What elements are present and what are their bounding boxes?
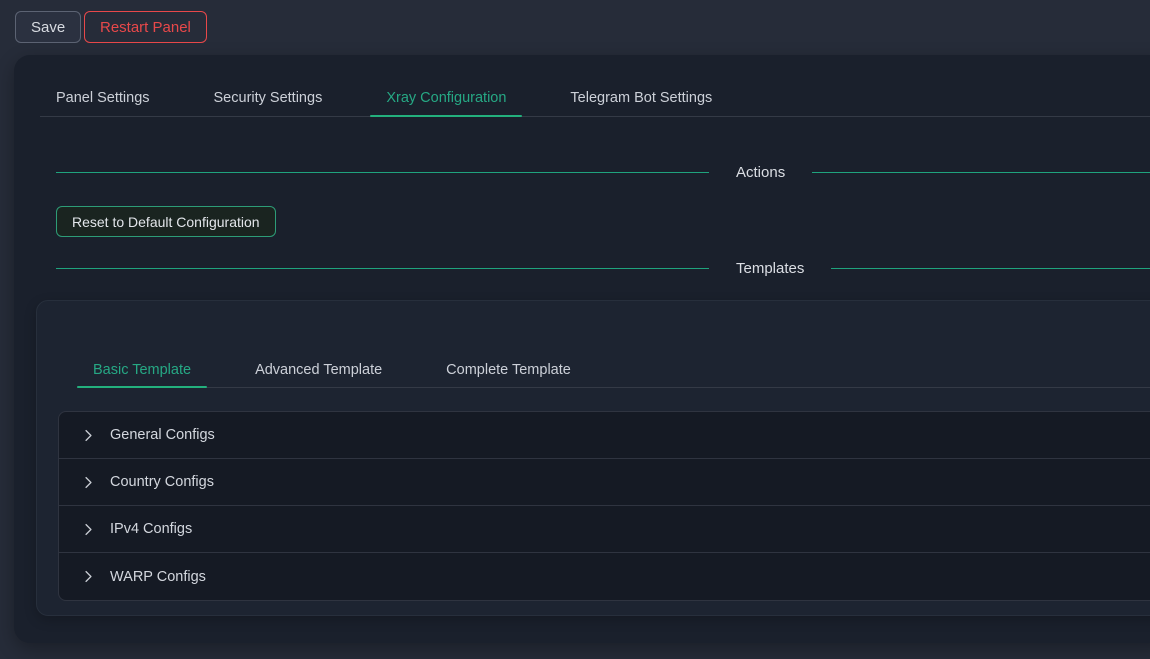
- collapse-panel-warp-configs[interactable]: WARP Configs: [59, 553, 1150, 600]
- divider-line: [56, 172, 709, 173]
- collapse-panel-label: General Configs: [110, 427, 215, 443]
- chevron-right-icon: [82, 570, 95, 583]
- chevron-right-icon: [82, 476, 95, 489]
- templates-card: Basic Template Advanced Template Complet…: [36, 300, 1150, 616]
- divider-line: [812, 172, 1150, 173]
- templates-divider-title: Templates: [736, 260, 804, 277]
- tab-basic-template[interactable]: Basic Template: [77, 362, 207, 387]
- actions-divider: Actions: [56, 161, 1150, 183]
- save-button[interactable]: Save: [15, 11, 81, 43]
- topbar: Save Restart Panel: [0, 0, 1150, 55]
- collapse-panel-ipv4-configs[interactable]: IPv4 Configs: [59, 506, 1150, 553]
- divider-line: [56, 268, 709, 269]
- collapse-panel-general-configs[interactable]: General Configs: [59, 412, 1150, 459]
- collapse-panel-country-configs[interactable]: Country Configs: [59, 459, 1150, 506]
- tab-telegram-bot-settings[interactable]: Telegram Bot Settings: [554, 90, 728, 116]
- tab-complete-template[interactable]: Complete Template: [430, 362, 587, 387]
- collapse-panel-label: WARP Configs: [110, 569, 206, 585]
- collapse-panel-label: IPv4 Configs: [110, 521, 192, 537]
- actions-divider-title: Actions: [736, 164, 785, 181]
- chevron-right-icon: [82, 523, 95, 536]
- divider-line: [831, 268, 1150, 269]
- tab-security-settings[interactable]: Security Settings: [198, 90, 339, 116]
- config-collapse: General Configs Country Configs IPv4 Con…: [58, 411, 1150, 601]
- collapse-panel-label: Country Configs: [110, 474, 214, 490]
- reset-default-configuration-button[interactable]: Reset to Default Configuration: [56, 206, 276, 237]
- tab-xray-configuration[interactable]: Xray Configuration: [370, 90, 522, 116]
- tab-advanced-template[interactable]: Advanced Template: [239, 362, 398, 387]
- templates-divider: Templates: [56, 257, 1150, 279]
- template-tabbar: Basic Template Advanced Template Complet…: [77, 334, 1150, 388]
- restart-panel-button[interactable]: Restart Panel: [84, 11, 207, 43]
- tab-panel-settings[interactable]: Panel Settings: [40, 90, 166, 116]
- settings-panel: Panel Settings Security Settings Xray Co…: [14, 55, 1150, 643]
- settings-tabbar: Panel Settings Security Settings Xray Co…: [40, 55, 1150, 117]
- chevron-right-icon: [82, 429, 95, 442]
